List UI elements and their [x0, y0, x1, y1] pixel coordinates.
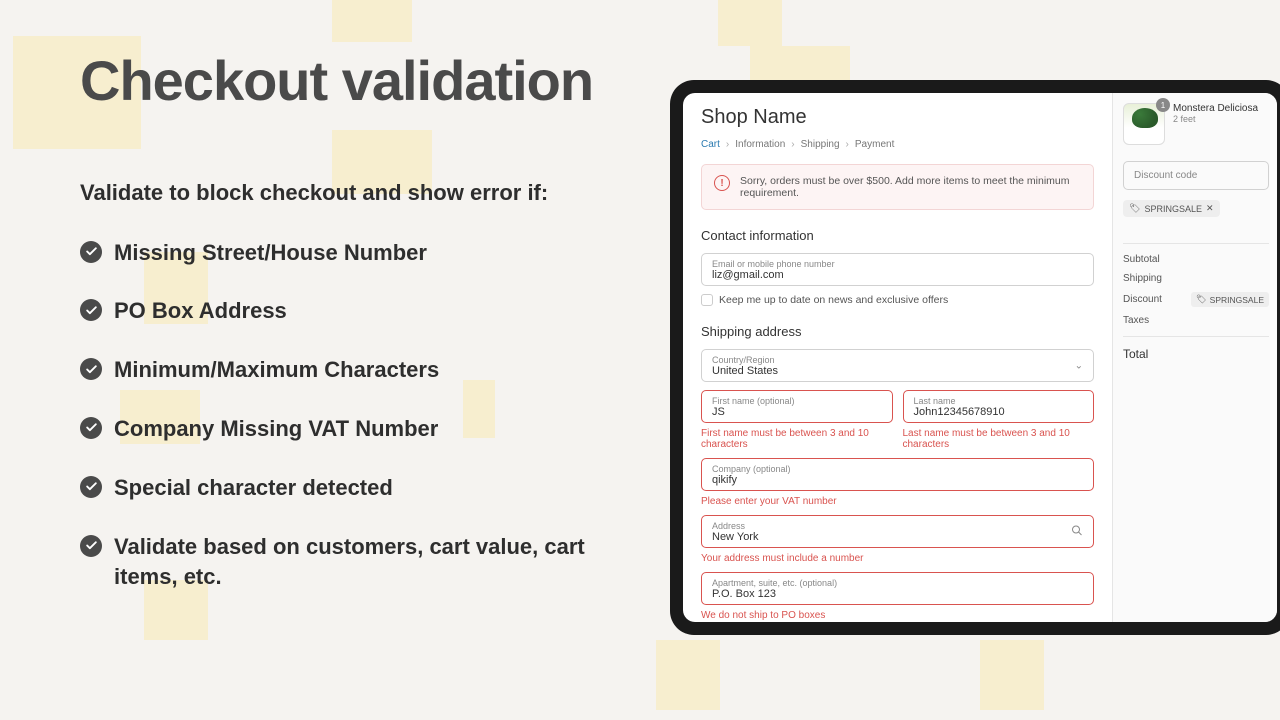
last-name-error: Last name must be between 3 and 10 chara… [903, 428, 1095, 450]
check-icon [80, 476, 102, 498]
chevron-right-icon: › [846, 139, 849, 150]
company-field[interactable]: Company (optional) qikify [701, 458, 1094, 491]
breadcrumb-cart[interactable]: Cart [701, 139, 720, 150]
check-icon [80, 358, 102, 380]
product-variant: 2 feet [1173, 114, 1258, 124]
product-image: 1 [1123, 103, 1165, 145]
address-label: Address [712, 521, 1067, 531]
apartment-field[interactable]: Apartment, suite, etc. (optional) P.O. B… [701, 572, 1094, 605]
check-icon [80, 299, 102, 321]
discount-code-input[interactable]: Discount code [1123, 161, 1269, 190]
email-label: Email or mobile phone number [712, 259, 1083, 269]
list-item-text: PO Box Address [114, 296, 287, 327]
tag-icon: 🏷 [1196, 294, 1207, 305]
list-item: Validate based on customers, cart value,… [80, 532, 600, 594]
company-error: Please enter your VAT number [701, 496, 1094, 507]
apartment-error: We do not ship to PO boxes [701, 610, 1094, 621]
list-item: Special character detected [80, 473, 600, 504]
subtitle: Validate to block checkout and show erro… [80, 180, 600, 206]
check-icon [80, 417, 102, 439]
subtotal-label: Subtotal [1123, 254, 1160, 265]
company-value: qikify [712, 474, 737, 486]
alert-text: Sorry, orders must be over $500. Add mor… [740, 175, 1081, 199]
list-item: Minimum/Maximum Characters [80, 355, 600, 386]
check-icon [80, 535, 102, 557]
cart-item: 1 Monstera Deliciosa 2 feet [1123, 103, 1269, 145]
country-value: United States [712, 365, 778, 377]
chevron-right-icon: › [726, 139, 729, 150]
shipping-label: Shipping [1123, 273, 1162, 284]
chevron-down-icon: ⌄ [1075, 360, 1083, 371]
apartment-label: Apartment, suite, etc. (optional) [712, 578, 1083, 588]
shipping-heading: Shipping address [701, 324, 1094, 339]
breadcrumb-shipping[interactable]: Shipping [801, 139, 840, 150]
breadcrumb: Cart › Information › Shipping › Payment [701, 139, 1094, 150]
last-name-value: John12345678910 [914, 406, 1005, 418]
search-icon [1071, 524, 1083, 539]
country-label: Country/Region [712, 355, 1067, 365]
list-item: Company Missing VAT Number [80, 414, 600, 445]
chevron-right-icon: › [791, 139, 794, 150]
list-item-text: Special character detected [114, 473, 393, 504]
divider [1123, 243, 1269, 244]
discount-tag-label: SPRINGSALE [1144, 204, 1202, 214]
tag-icon: 🏷 [1129, 203, 1140, 214]
address-value: New York [712, 531, 758, 543]
country-field[interactable]: Country/Region United States ⌄ [701, 349, 1094, 382]
list-item: Missing Street/House Number [80, 238, 600, 269]
first-name-label: First name (optional) [712, 396, 882, 406]
list-item-text: Minimum/Maximum Characters [114, 355, 439, 386]
close-icon[interactable]: ✕ [1206, 203, 1214, 214]
list-item: PO Box Address [80, 296, 600, 327]
shop-name: Shop Name [701, 106, 1094, 129]
address-field[interactable]: Address New York [701, 515, 1094, 548]
total-label: Total [1123, 347, 1269, 361]
contact-heading: Contact information [701, 228, 1094, 243]
divider [1123, 336, 1269, 337]
alert-icon: ! [714, 175, 730, 191]
email-value: liz@gmail.com [712, 269, 784, 281]
first-name-error: First name must be between 3 and 10 char… [701, 428, 893, 450]
list-item-text: Missing Street/House Number [114, 238, 427, 269]
first-name-field[interactable]: First name (optional) JS [701, 390, 893, 423]
address-error: Your address must include a number [701, 553, 1094, 564]
last-name-field[interactable]: Last name John12345678910 [903, 390, 1095, 423]
breadcrumb-information[interactable]: Information [735, 139, 785, 150]
apartment-value: P.O. Box 123 [712, 588, 776, 600]
check-icon [80, 241, 102, 263]
consent-checkbox[interactable] [701, 294, 713, 306]
last-name-label: Last name [914, 396, 1084, 406]
breadcrumb-payment[interactable]: Payment [855, 139, 894, 150]
list-item-text: Validate based on customers, cart value,… [114, 532, 600, 594]
company-label: Company (optional) [712, 464, 1083, 474]
email-field[interactable]: Email or mobile phone number liz@gmail.c… [701, 253, 1094, 286]
device-frame: Shop Name Cart › Information › Shipping … [670, 80, 1280, 635]
quantity-badge: 1 [1156, 98, 1170, 112]
error-alert: ! Sorry, orders must be over $500. Add m… [701, 164, 1094, 210]
page-title: Checkout validation [80, 50, 600, 112]
discount-tag: 🏷 SPRINGSALE ✕ [1123, 200, 1220, 217]
list-item-text: Company Missing VAT Number [114, 414, 438, 445]
product-name: Monstera Deliciosa [1173, 103, 1258, 114]
first-name-value: JS [712, 406, 725, 418]
applied-discount-tag: 🏷SPRINGSALE [1191, 292, 1269, 307]
taxes-label: Taxes [1123, 315, 1149, 326]
consent-label: Keep me up to date on news and exclusive… [719, 294, 948, 306]
discount-label: Discount [1123, 294, 1162, 305]
